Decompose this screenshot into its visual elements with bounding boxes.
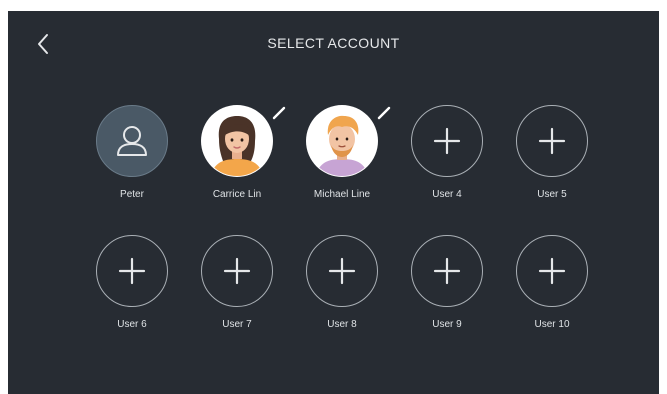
plus-icon (328, 257, 356, 285)
account-name: User 7 (222, 319, 252, 330)
plus-icon (433, 257, 461, 285)
plus-icon (538, 127, 566, 155)
account-slot-carrice-lin[interactable]: Carrice Lin (192, 105, 286, 225)
account-slot-user-10[interactable]: User 10 (507, 235, 597, 355)
account-slot-user-5[interactable]: User 5 (507, 105, 597, 225)
add-account-button[interactable] (516, 105, 588, 177)
account-slot-user-9[interactable]: User 9 (402, 235, 492, 355)
plus-icon (223, 257, 251, 285)
avatar (201, 105, 286, 177)
female-avatar-icon (202, 106, 272, 176)
edit-icon[interactable] (271, 105, 287, 121)
edit-icon[interactable] (376, 105, 392, 121)
avatar (96, 105, 168, 177)
account-slot-user-7[interactable]: User 7 (192, 235, 282, 355)
plus-icon (118, 257, 146, 285)
account-name: Michael Line (313, 189, 371, 200)
account-name: User 5 (537, 189, 567, 200)
plus-icon (433, 127, 461, 155)
account-slot-user-4[interactable]: User 4 (402, 105, 492, 225)
account-name: User 4 (432, 189, 462, 200)
account-name: User 9 (432, 319, 462, 330)
plus-icon (538, 257, 566, 285)
account-name: User 6 (117, 319, 147, 330)
account-slot-user-8[interactable]: User 8 (297, 235, 387, 355)
account-slot-peter[interactable]: Peter (87, 105, 177, 225)
add-account-button[interactable] (516, 235, 588, 307)
add-account-button[interactable] (411, 105, 483, 177)
account-name: Peter (120, 189, 144, 200)
add-account-button[interactable] (96, 235, 168, 307)
select-account-screen: SELECT ACCOUNT Peter Carrice Lin Michael… (8, 11, 659, 394)
account-name: User 10 (534, 319, 570, 330)
add-account-button[interactable] (411, 235, 483, 307)
male-avatar-icon (307, 106, 377, 176)
account-slot-michael-line[interactable]: Michael Line (297, 105, 391, 225)
account-grid: Peter Carrice Lin Michael Line User 4 Us… (8, 11, 659, 394)
account-slot-user-6[interactable]: User 6 (87, 235, 177, 355)
user-icon (117, 126, 147, 156)
account-name: User 8 (327, 319, 357, 330)
add-account-button[interactable] (201, 235, 273, 307)
avatar (306, 105, 391, 177)
account-name: Carrice Lin (212, 189, 262, 200)
add-account-button[interactable] (306, 235, 378, 307)
